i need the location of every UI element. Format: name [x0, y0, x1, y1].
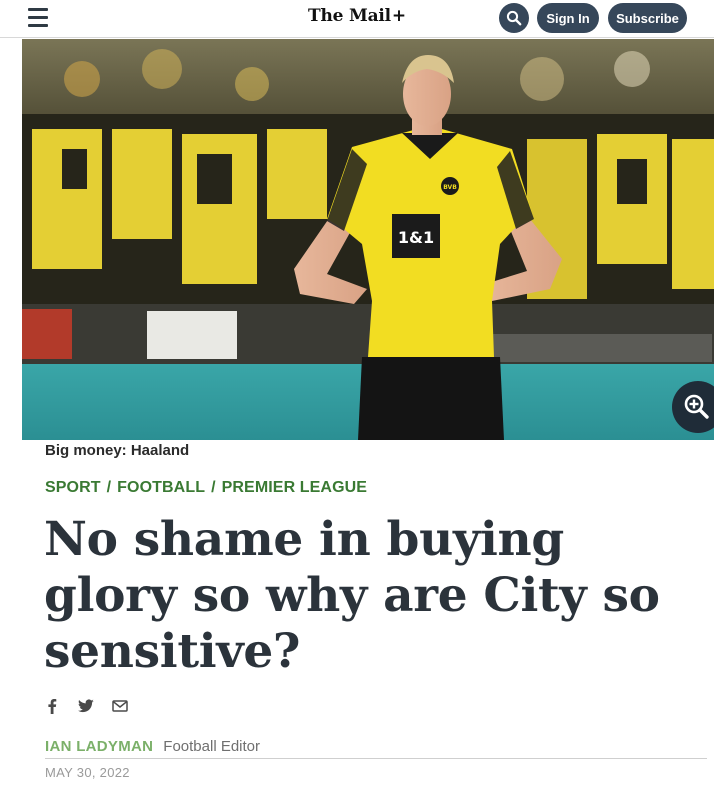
hero-image[interactable]: 1&1 BVB	[22, 39, 714, 440]
sign-in-button[interactable]: Sign In	[537, 3, 599, 33]
image-caption: Big money: Haaland	[45, 442, 190, 459]
byline: IAN LADYMAN Football Editor	[45, 738, 260, 755]
email-icon	[112, 700, 128, 712]
breadcrumb-football[interactable]: FOOTBALL	[117, 479, 205, 496]
author-name-link[interactable]: IAN LADYMAN	[45, 738, 153, 755]
article-headline: No shame in buying glory so why are City…	[44, 512, 660, 679]
breadcrumb-premier-league[interactable]: PREMIER LEAGUE	[222, 479, 367, 496]
breadcrumb-separator: /	[211, 479, 216, 496]
search-button[interactable]	[499, 3, 529, 33]
breadcrumb-separator: /	[106, 479, 112, 496]
breadcrumb: SPORT / FOOTBALL / PREMIER LEAGUE	[45, 479, 367, 497]
publish-date: MAY 30, 2022	[45, 765, 130, 780]
share-twitter-button[interactable]	[78, 698, 94, 714]
hero-photo: 1&1 BVB	[22, 39, 714, 440]
twitter-icon	[78, 699, 94, 713]
subscribe-button[interactable]: Subscribe	[608, 3, 687, 33]
byline-divider	[45, 758, 707, 759]
top-bar: The Mail+ Sign In Subscribe	[0, 0, 714, 38]
logo-plus: +	[391, 6, 406, 26]
author-role: Football Editor	[163, 738, 261, 755]
share-bar	[44, 698, 128, 714]
jersey-sponsor-text: 1&1	[398, 228, 434, 247]
jersey-badge-text: BVB	[443, 184, 457, 191]
zoom-in-icon	[684, 394, 709, 419]
logo-text: The Mail	[308, 6, 391, 26]
breadcrumb-sport[interactable]: SPORT	[45, 479, 101, 496]
site-logo[interactable]: The Mail+	[0, 6, 714, 26]
share-email-button[interactable]	[112, 698, 128, 714]
share-facebook-button[interactable]	[44, 698, 60, 714]
search-icon	[506, 10, 522, 26]
facebook-icon	[48, 699, 57, 714]
